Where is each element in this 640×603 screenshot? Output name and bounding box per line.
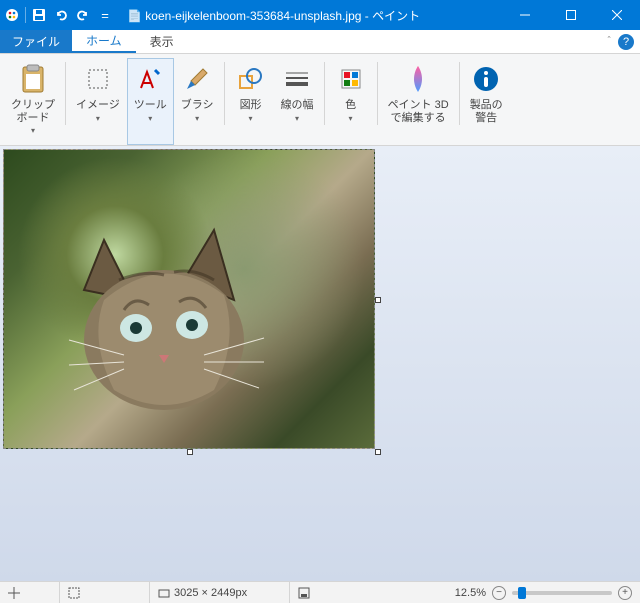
status-bar: 3025 × 2449px 12.5% − + <box>0 581 640 603</box>
save-icon[interactable] <box>31 7 47 23</box>
crosshair-icon <box>8 587 20 599</box>
help-icon[interactable]: ? <box>618 34 634 50</box>
zoom-out-button[interactable]: − <box>492 586 506 600</box>
info-icon <box>470 63 502 95</box>
title-bar: = 📄 koen-eijkelenboom-353684-unsplash.jp… <box>0 0 640 30</box>
image-label: イメージ <box>76 99 120 112</box>
minimize-button[interactable] <box>502 0 548 30</box>
resize-handle-southeast[interactable] <box>375 449 381 455</box>
stroke-group[interactable]: 線の幅 ▾ <box>274 58 321 145</box>
app-icon <box>4 7 20 23</box>
zoom-thumb[interactable] <box>518 587 526 599</box>
dimensions-text: 3025 × 2449px <box>174 587 247 599</box>
file-size <box>290 582 380 603</box>
color-icon <box>335 63 367 95</box>
stroke-icon <box>281 63 313 95</box>
clipboard-icon <box>17 63 49 95</box>
separator <box>324 62 325 125</box>
window-title: 📄 koen-eijkelenboom-353684-unsplash.jpg … <box>117 7 502 24</box>
brush-group[interactable]: ブラシ ▾ <box>174 58 221 145</box>
shapes-icon <box>235 63 267 95</box>
close-button[interactable] <box>594 0 640 30</box>
select-icon <box>82 63 114 95</box>
cursor-position <box>0 582 60 603</box>
separator <box>377 62 378 125</box>
shapes-group[interactable]: 図形 ▾ <box>228 58 274 145</box>
maximize-button[interactable] <box>548 0 594 30</box>
clipboard-label: クリップ ボード <box>11 99 55 124</box>
separator <box>459 62 460 125</box>
image-dimensions: 3025 × 2449px <box>150 582 290 603</box>
image-group[interactable]: イメージ ▾ <box>69 58 127 145</box>
stroke-label: 線の幅 <box>281 99 314 112</box>
selection-icon <box>68 587 80 599</box>
zoom-in-button[interactable]: + <box>618 586 632 600</box>
text-tool-icon <box>134 63 166 95</box>
ribbon: クリップ ボード ▾ イメージ ▾ ツール ▾ ブラシ ▾ 図形 ▾ 線の幅 ▾… <box>0 54 640 146</box>
redo-icon[interactable] <box>75 7 91 23</box>
paint3d-button[interactable]: ペイント 3D で編集する <box>381 58 456 145</box>
dropdown-icon: ▾ <box>295 114 299 123</box>
brush-icon <box>181 63 213 95</box>
undo-icon[interactable] <box>53 7 69 23</box>
file-tab[interactable]: ファイル <box>0 30 72 53</box>
image-content <box>64 210 294 430</box>
zoom-slider[interactable] <box>512 591 612 595</box>
paint3d-label: ペイント 3D で編集する <box>388 99 449 124</box>
selection-size <box>60 582 150 603</box>
canvas-area[interactable] <box>0 146 640 581</box>
separator <box>65 62 66 125</box>
resize-handle-south[interactable] <box>187 449 193 455</box>
color-group[interactable]: 色 ▾ <box>328 58 374 145</box>
dropdown-icon: ▾ <box>349 114 353 123</box>
dropdown-icon: ▾ <box>96 114 100 123</box>
view-tab[interactable]: 表示 <box>136 30 188 53</box>
disk-icon <box>298 587 310 599</box>
dropdown-icon: ▾ <box>195 114 199 123</box>
separator <box>25 7 26 23</box>
home-tab[interactable]: ホーム <box>72 30 136 53</box>
resize-handle-east[interactable] <box>375 297 381 303</box>
qat-dropdown-icon[interactable]: = <box>97 7 113 23</box>
dropdown-icon: ▾ <box>148 114 152 123</box>
shapes-label: 図形 <box>240 99 262 112</box>
tool-group[interactable]: ツール ▾ <box>127 58 174 145</box>
warnings-button[interactable]: 製品の 警告 <box>463 58 510 145</box>
clipboard-group[interactable]: クリップ ボード ▾ <box>4 58 62 145</box>
warnings-label: 製品の 警告 <box>470 99 503 124</box>
canvas-image[interactable] <box>3 149 375 449</box>
separator <box>224 62 225 125</box>
color-label: 色 <box>345 99 356 112</box>
dimensions-icon <box>158 587 170 599</box>
dropdown-icon: ▾ <box>31 126 35 135</box>
zoom-percent: 12.5% <box>455 587 486 599</box>
paint3d-icon <box>402 63 434 95</box>
ribbon-tabs: ファイル ホーム 表示 ＾ ? <box>0 30 640 54</box>
dropdown-icon: ▾ <box>249 114 253 123</box>
brush-label: ブラシ <box>181 99 214 112</box>
collapse-ribbon-icon[interactable]: ＾ <box>604 34 614 49</box>
tool-label: ツール <box>134 99 167 112</box>
zoom-controls: 12.5% − + <box>447 586 640 600</box>
